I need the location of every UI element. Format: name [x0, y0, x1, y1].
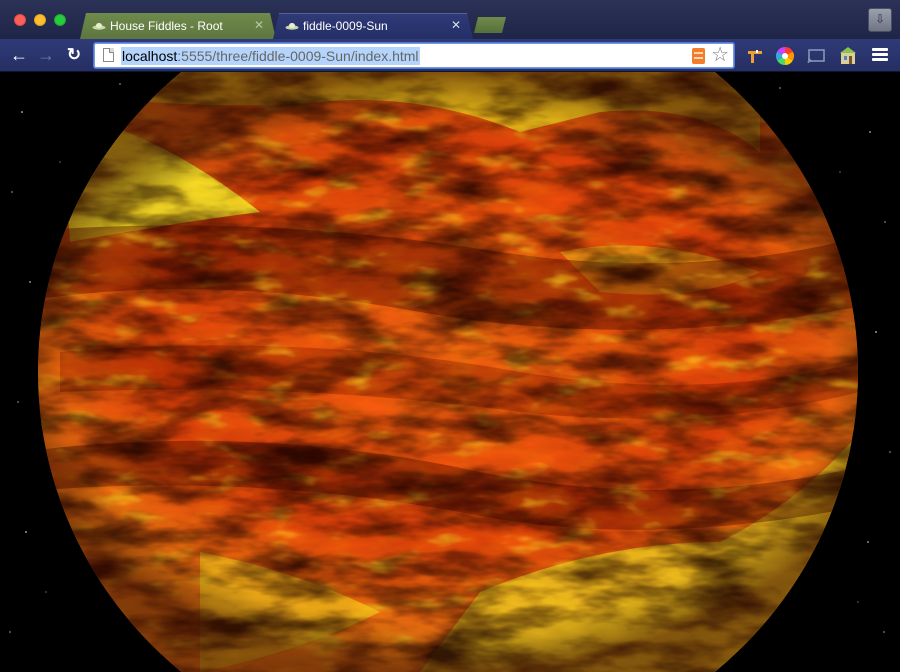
page-action-extension-icon[interactable] [692, 48, 705, 64]
maximize-window-button[interactable] [54, 14, 66, 26]
menu-bar [872, 48, 888, 51]
close-window-button[interactable] [14, 14, 26, 26]
color-wheel-icon[interactable] [775, 46, 795, 66]
bookmark-star-icon[interactable]: ☆ [711, 44, 729, 66]
tab-house-fiddles[interactable]: House Fiddles - Root ✕ [80, 13, 276, 39]
reload-button[interactable]: ↻ [64, 45, 84, 65]
tab-title: House Fiddles - Root [110, 19, 223, 33]
page-content[interactable] [0, 72, 900, 672]
house-extension-icon[interactable] [838, 46, 858, 66]
page-icon [103, 48, 114, 62]
hamburger-menu-icon[interactable] [872, 48, 888, 62]
close-tab-icon[interactable]: ✕ [254, 18, 264, 32]
menu-bar [872, 58, 888, 61]
ufo-icon [285, 23, 299, 30]
url-host: localhost [122, 48, 178, 64]
forward-button[interactable]: → [36, 45, 56, 65]
close-tab-icon[interactable]: ✕ [451, 18, 461, 32]
address-bar[interactable]: localhost:5555/three/fiddle-0009-Sun/ind… [94, 43, 734, 68]
ufo-icon [92, 23, 106, 30]
browser-window: House Fiddles - Root ✕ fiddle-0009-Sun ✕… [0, 0, 900, 672]
url-text[interactable]: localhost:5555/three/fiddle-0009-Sun/ind… [121, 47, 420, 65]
tab-fiddle-sun[interactable]: fiddle-0009-Sun ✕ [273, 13, 473, 39]
sun-canvas[interactable] [0, 72, 900, 672]
sun-sphere [38, 72, 858, 672]
tab-strip: House Fiddles - Root ✕ fiddle-0009-Sun ✕… [0, 0, 900, 39]
profile-button[interactable]: ⇩ [868, 8, 892, 32]
menu-bar [872, 53, 888, 56]
url-path: :5555/three/fiddle-0009-Sun/index.html [177, 48, 419, 64]
new-tab-button[interactable] [474, 17, 506, 33]
tab-title: fiddle-0009-Sun [303, 19, 388, 33]
back-button[interactable]: ← [9, 45, 29, 65]
minimize-window-button[interactable] [34, 14, 46, 26]
cast-icon[interactable] [806, 46, 826, 66]
browser-toolbar: ← → ↻ localhost:5555/three/fiddle-0009-S… [0, 39, 900, 72]
pin-extension-icon[interactable] [745, 46, 765, 66]
download-icon: ⇩ [874, 12, 886, 26]
